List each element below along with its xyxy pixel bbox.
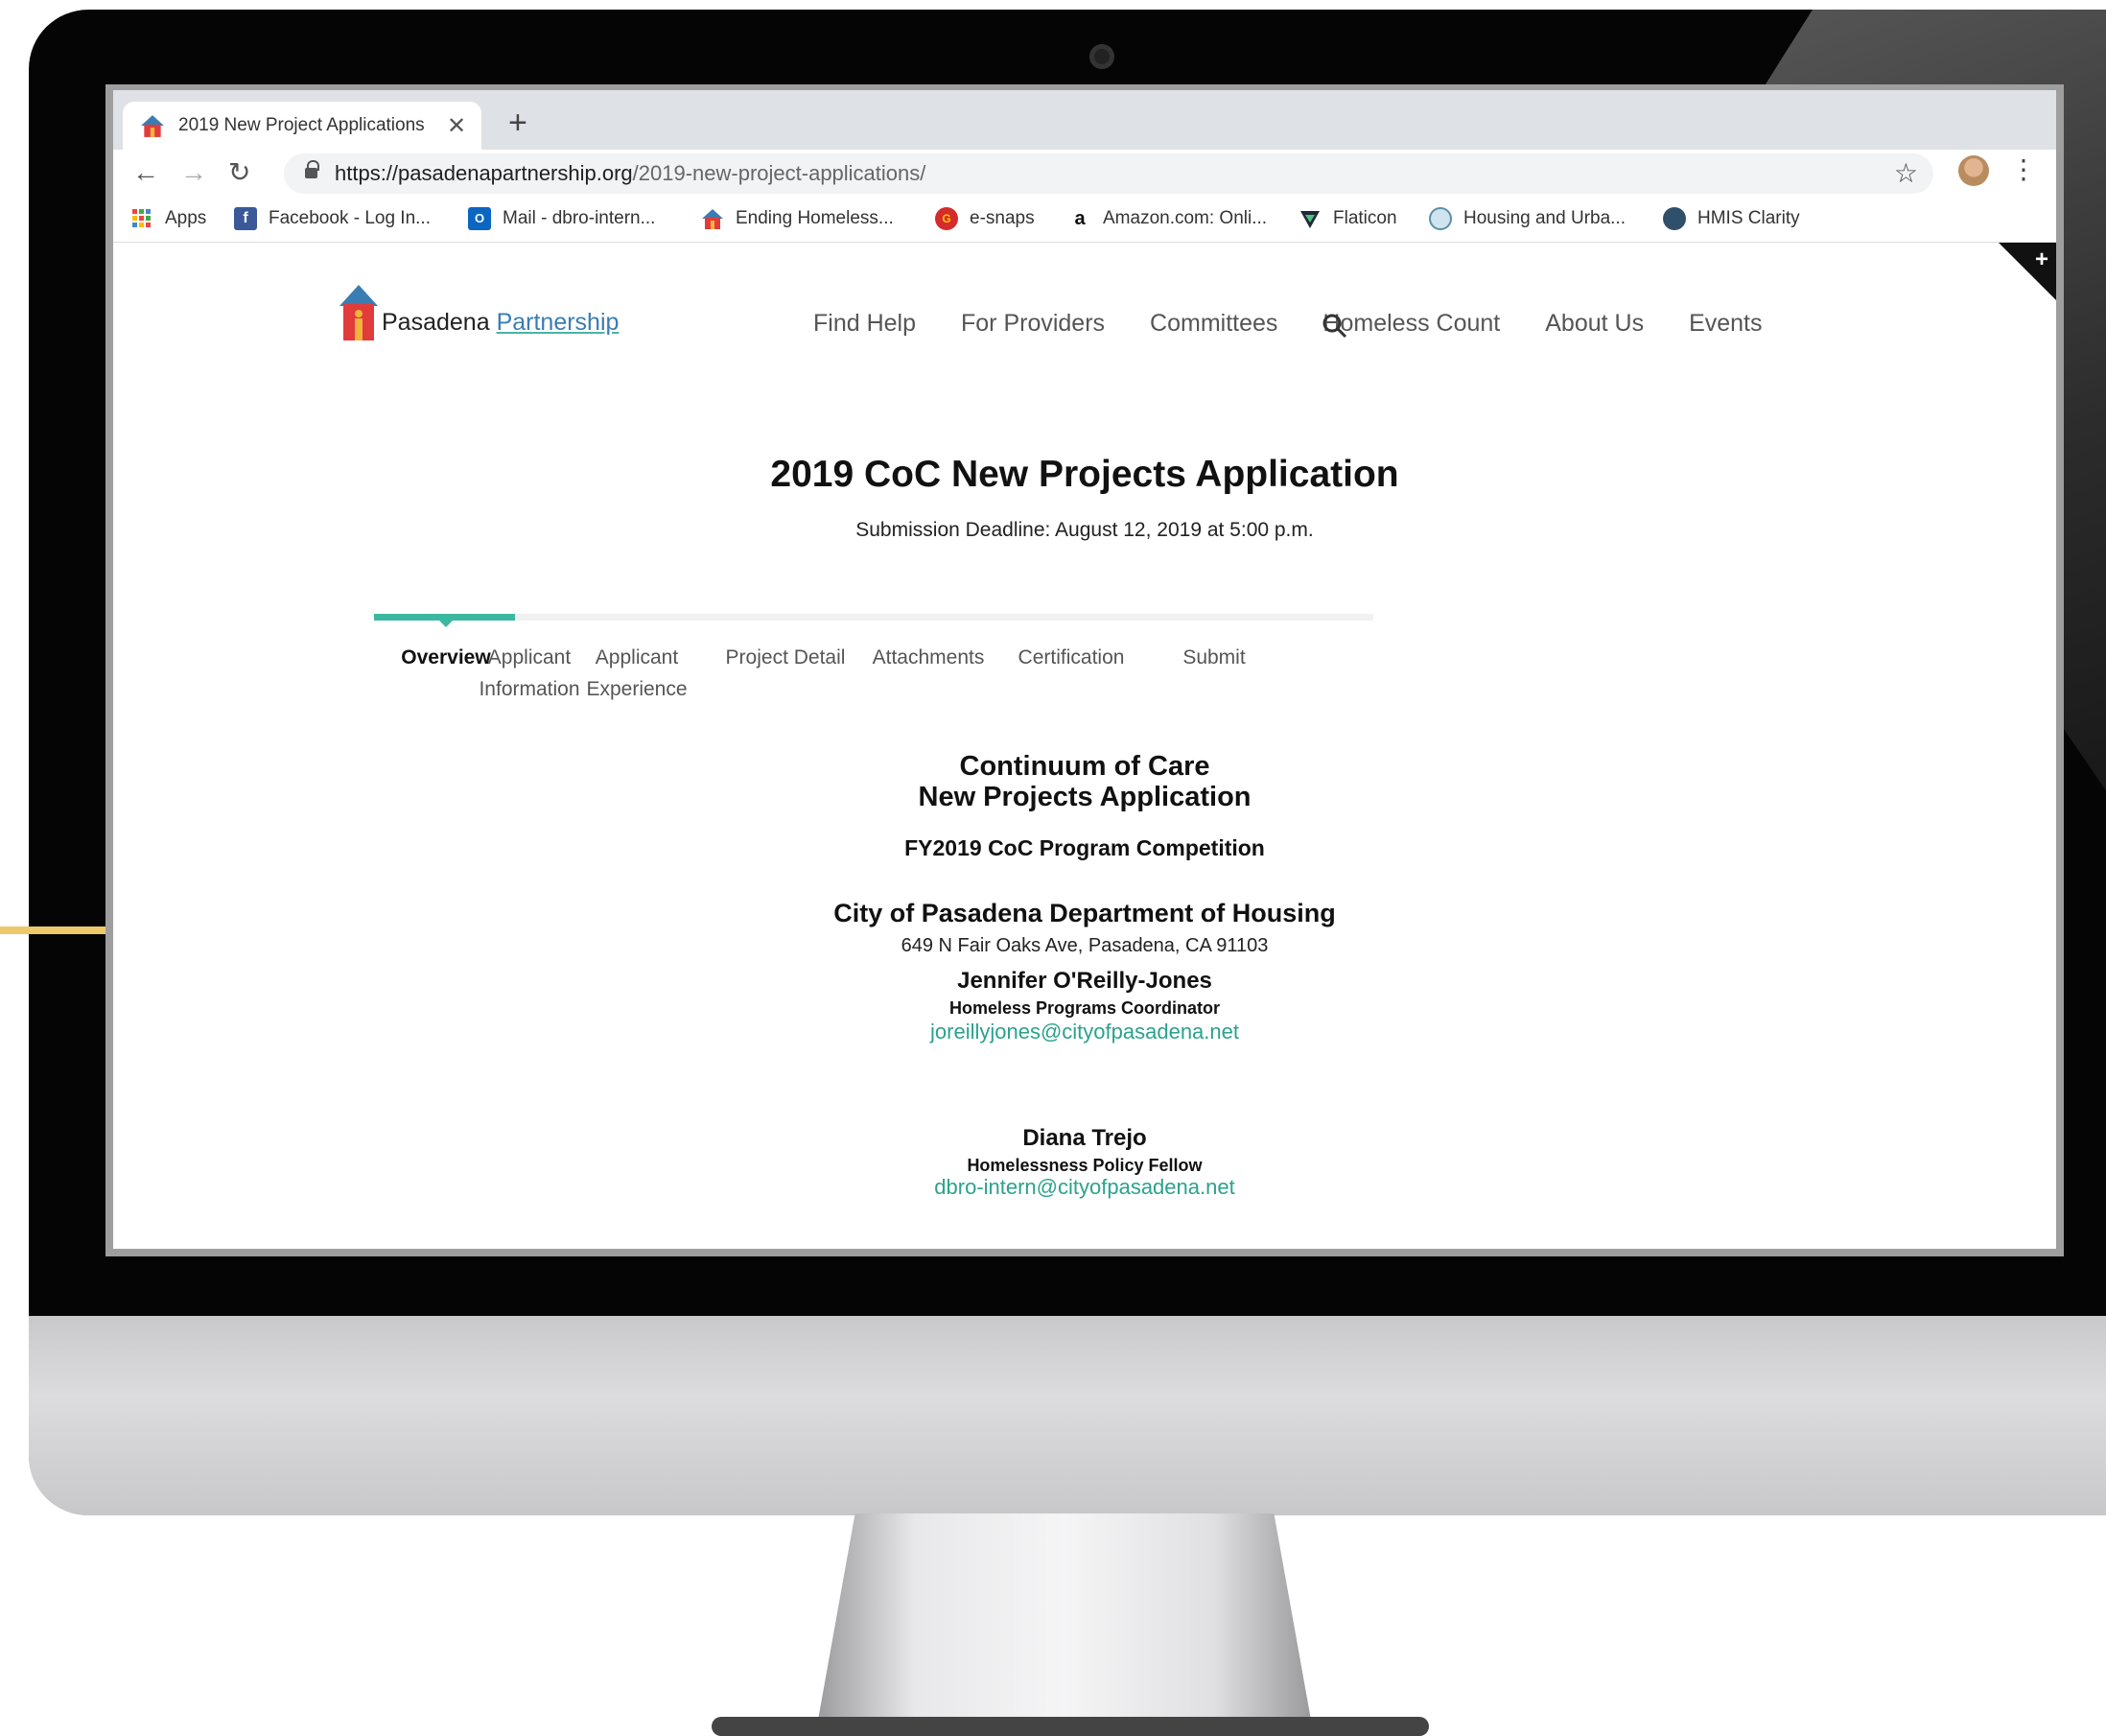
step-applicant-information[interactable]: Applicant Information <box>467 642 592 705</box>
bookmark-label: Flaticon <box>1333 208 1397 228</box>
menu-kebab-icon[interactable]: ⋮ <box>2010 153 2037 185</box>
house-icon <box>141 115 164 137</box>
contact1-email[interactable]: joreillyjones@cityofpasadena.net <box>113 1020 2056 1044</box>
browser-window: 2019 New Project Applications ✕ + ← → ↻ … <box>105 84 2064 1256</box>
bookmark-star-icon[interactable]: ☆ <box>1894 157 1918 189</box>
contact1-name: Jennifer O'Reilly-Jones <box>957 968 1212 994</box>
browser-toolbar: ← → ↻ https://pasadenapartnership.org/20… <box>113 150 2056 198</box>
camera-icon <box>1089 44 1114 69</box>
bookmark-label: e-snaps <box>970 208 1035 228</box>
bookmark-label: HMIS Clarity <box>1697 208 1800 228</box>
department-address: 649 N Fair Oaks Ave, Pasadena, CA 91103 <box>901 935 1269 956</box>
hmis-icon <box>1663 207 1686 230</box>
url-text: https://pasadenapartnership.org/2019-new… <box>335 161 926 185</box>
corner-plus-tab[interactable]: + <box>1999 243 2056 300</box>
bookmark-apps[interactable]: Apps <box>130 205 206 232</box>
nav-for-providers[interactable]: For Providers <box>961 310 1105 338</box>
contact1-role: Homeless Programs Coordinator <box>948 998 1221 1018</box>
site-logo[interactable]: Pasadena Partnership <box>339 285 619 342</box>
nav-about-us[interactable]: About Us <box>1545 310 1644 338</box>
outlook-icon: O <box>468 207 491 230</box>
browser-tab[interactable]: 2019 New Project Applications ✕ <box>123 102 481 150</box>
imac-stand <box>815 1513 1314 1736</box>
progress-track <box>374 614 1373 621</box>
plus-icon: + <box>2034 246 2048 272</box>
amazon-icon: a <box>1074 208 1086 229</box>
close-icon[interactable]: ✕ <box>447 112 466 140</box>
house-icon <box>702 209 723 229</box>
bookmark-label: Ending Homeless... <box>736 208 894 228</box>
step-applicant-experience[interactable]: Applicant Experience <box>574 642 699 705</box>
nav-events[interactable]: Events <box>1689 310 1762 338</box>
progress-active-segment <box>374 614 515 621</box>
contact2-name: Diana Trejo <box>1022 1125 1147 1151</box>
department-name: City of Pasadena Department of Housing <box>833 899 1336 927</box>
nav-committees[interactable]: Committees <box>1150 310 1277 338</box>
bookmark-hmis[interactable]: HMIS Clarity <box>1663 205 1800 232</box>
forward-icon[interactable]: → <box>180 155 207 190</box>
profile-avatar[interactable] <box>1958 155 1989 186</box>
bookmark-label: Housing and Urba... <box>1463 208 1626 228</box>
back-icon[interactable]: ← <box>132 155 159 190</box>
nav-find-help[interactable]: Find Help <box>813 310 916 338</box>
logo-text: Pasadena Partnership <box>382 309 620 336</box>
new-tab-icon[interactable]: + <box>508 104 527 142</box>
submission-deadline: Submission Deadline: August 12, 2019 at … <box>855 519 1314 541</box>
bookmarks-bar: Apps f Facebook - Log In... O Mail - dbr… <box>113 198 2056 243</box>
bookmark-label: Facebook - Log In... <box>269 208 431 228</box>
step-submit[interactable]: Submit <box>1142 642 1286 673</box>
step-attachments[interactable]: Attachments <box>856 642 1000 673</box>
progress-caret-icon <box>439 621 453 627</box>
bookmark-ending-homeless[interactable]: Ending Homeless... <box>701 205 894 232</box>
apps-grid-icon <box>132 209 151 227</box>
contact2-email[interactable]: dbro-intern@cityofpasadena.net <box>113 1175 2056 1200</box>
bookmark-esnaps[interactable]: G e-snaps <box>935 205 1035 232</box>
flaticon-icon <box>1300 211 1320 228</box>
web-page: + Pasadena Partnership Find Help For Pro… <box>113 243 2056 1249</box>
main-nav: Find Help For Providers Committees Homel… <box>813 310 1808 338</box>
imac-chin <box>29 1316 2106 1515</box>
address-bar[interactable]: https://pasadenapartnership.org/2019-new… <box>284 153 1933 194</box>
step-certification[interactable]: Certification <box>999 642 1143 673</box>
esnaps-icon: G <box>935 207 958 230</box>
tab-strip: 2019 New Project Applications ✕ + <box>113 90 2056 150</box>
contact2-role: Homelessness Policy Fellow <box>967 1156 1203 1175</box>
heading-continuum: Continuum of Care <box>959 751 1210 782</box>
competition-label: FY2019 CoC Program Competition <box>904 835 1265 860</box>
house-logo-icon <box>339 285 378 340</box>
facebook-icon: f <box>234 207 257 230</box>
bookmark-label: Mail - dbro-intern... <box>503 208 656 228</box>
reload-icon[interactable]: ↻ <box>228 155 250 190</box>
tab-title: 2019 New Project Applications <box>178 115 425 135</box>
nav-homeless-count[interactable]: Homeless Count <box>1322 310 1500 338</box>
bookmark-hud[interactable]: Housing and Urba... <box>1429 205 1626 232</box>
lock-icon <box>305 160 319 181</box>
bookmark-mail[interactable]: O Mail - dbro-intern... <box>468 205 655 232</box>
step-project-detail[interactable]: Project Detail <box>714 642 857 673</box>
search-icon[interactable] <box>1322 314 1347 339</box>
bookmark-label: Amazon.com: Onli... <box>1103 208 1268 228</box>
bookmark-facebook[interactable]: f Facebook - Log In... <box>234 205 431 232</box>
bookmark-flaticon[interactable]: Flaticon <box>1299 205 1397 232</box>
heading-new-projects: New Projects Application <box>918 782 1252 812</box>
imac-stand-base <box>712 1717 1429 1736</box>
bookmark-label: Apps <box>165 208 207 228</box>
page-title: 2019 CoC New Projects Application <box>770 454 1399 495</box>
hud-seal-icon <box>1429 207 1452 230</box>
bookmark-amazon[interactable]: a Amazon.com: Onli... <box>1068 205 1267 232</box>
